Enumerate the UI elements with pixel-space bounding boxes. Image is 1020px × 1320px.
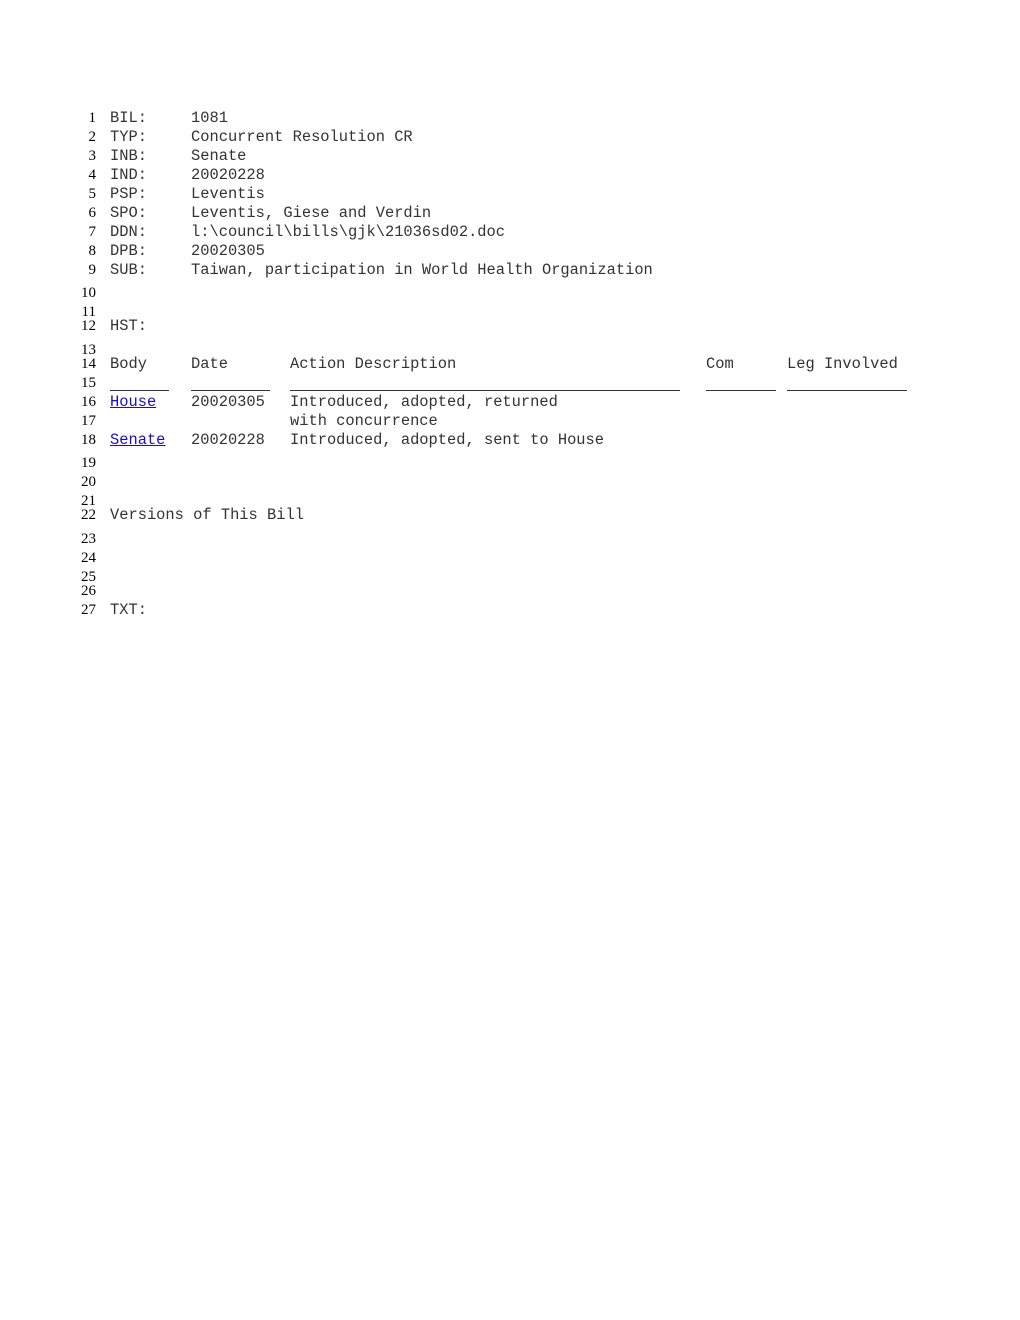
column-header-action: Action Description [290,355,457,373]
line-number: 24 [81,550,96,566]
versions-heading: Versions of This Bill [110,506,304,524]
line-number: 12 [81,318,96,334]
line-number: 2 [88,129,97,145]
field-value-psp: Leventis [191,185,265,203]
line-number: 15 [81,375,96,391]
field-value-bil: 1081 [191,109,228,127]
field-key-inb: INB: [110,147,147,165]
row-date: 20020228 [191,431,265,449]
field-value-sub: Taiwan, participation in World Health Or… [191,261,653,279]
line-number: 6 [88,205,97,221]
column-rule-action [290,390,680,391]
field-value-spo: Leventis, Giese and Verdin [191,204,432,222]
history-label: HST: [110,317,147,335]
line-number: 10 [81,285,96,301]
column-rule-date [191,390,270,391]
line-number: 8 [88,243,97,259]
line-number: 22 [81,507,96,523]
field-key-ind: IND: [110,166,147,184]
field-value-ddn: l:\council\bills\gjk\21036sd02.doc [191,223,506,241]
line-number: 19 [81,455,96,471]
line-number: 18 [81,432,96,448]
row-action-continued: with concurrence [290,412,438,430]
field-key-bil: BIL: [110,109,147,127]
line-number: 1 [88,110,97,126]
field-key-dpb: DPB: [110,242,147,260]
field-value-typ: Concurrent Resolution CR [191,128,413,146]
row-action: Introduced, adopted, returned [290,393,558,411]
line-number: 9 [88,262,97,278]
line-number: 7 [88,224,97,240]
column-header-date: Date [191,355,228,373]
line-number: 27 [81,602,96,618]
field-key-sub: SUB: [110,261,147,279]
line-number: 16 [81,394,96,410]
line-number: 20 [81,474,96,490]
column-rule-leg-involved [787,390,907,391]
column-header-com: Com [706,355,734,373]
field-key-ddn: DDN: [110,223,147,241]
line-number: 23 [81,531,96,547]
row-action: Introduced, adopted, sent to House [290,431,605,449]
line-number: 17 [81,413,96,429]
row-date: 20020305 [191,393,265,411]
field-key-typ: TYP: [110,128,147,146]
column-header-leg-involved: Leg Involved [787,355,898,373]
body-link-house[interactable]: House [110,394,156,410]
line-number: 3 [88,148,97,164]
text-label: TXT: [110,601,147,619]
line-number: 14 [81,356,96,372]
field-value-inb: Senate [191,147,247,165]
column-rule-body [110,390,169,391]
field-value-ind: 20020228 [191,166,265,184]
line-number: 4 [88,167,97,183]
column-header-body: Body [110,355,147,373]
field-key-psp: PSP: [110,185,147,203]
body-link-senate[interactable]: Senate [110,432,165,448]
field-value-dpb: 20020305 [191,242,265,260]
line-number: 5 [88,186,97,202]
column-rule-com [706,390,776,391]
line-number: 26 [81,583,96,599]
field-key-spo: SPO: [110,204,147,222]
